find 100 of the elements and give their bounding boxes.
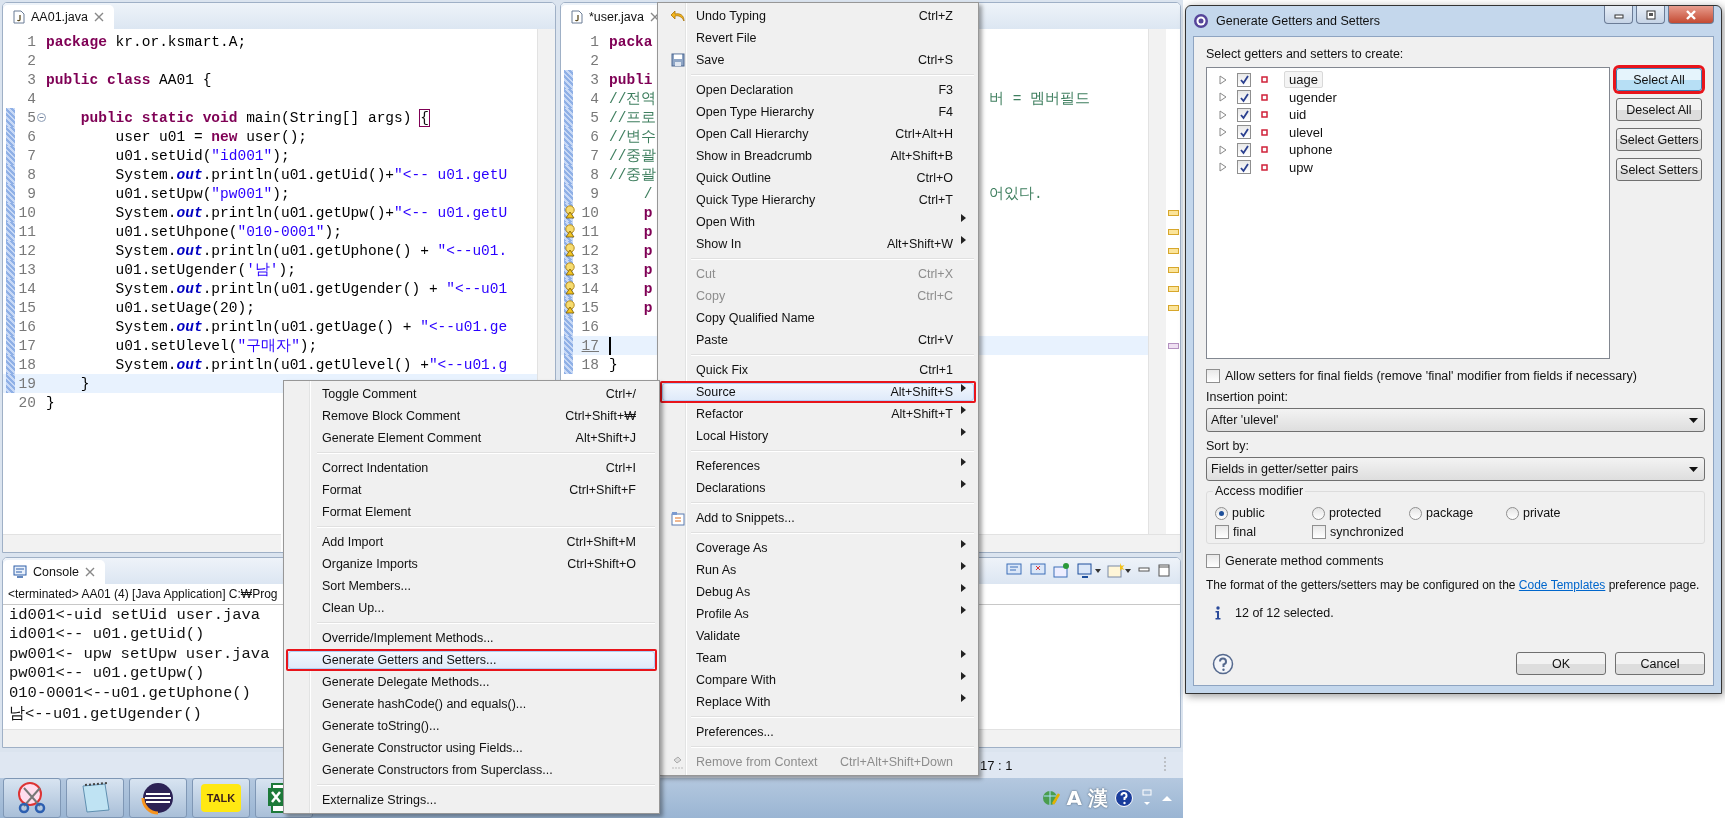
menu-item[interactable]: Save Ctrl+S — [662, 51, 974, 69]
menu-item[interactable]: Generate toString()... — [288, 717, 655, 735]
dialog-button[interactable]: Select Getters — [1616, 128, 1702, 151]
close-icon[interactable] — [84, 566, 95, 577]
menu-item[interactable]: Organize Imports Ctrl+Shift+O — [288, 555, 655, 573]
minimize-button[interactable] — [1604, 6, 1633, 24]
menu-item[interactable]: Open Type Hierarchy F4 — [662, 103, 974, 121]
dialog-button[interactable]: Select All — [1616, 68, 1702, 91]
dialog-button[interactable]: Cancel — [1615, 652, 1705, 675]
expand-icon[interactable] — [1219, 162, 1227, 173]
field-name[interactable]: ugender — [1284, 88, 1342, 106]
field-name[interactable]: uage — [1284, 71, 1323, 89]
radio-button[interactable] — [1215, 506, 1228, 520]
field-name[interactable]: ulevel — [1284, 123, 1328, 141]
warning-bulb-icon[interactable] — [564, 281, 577, 295]
menu-item[interactable]: Format Ctrl+Shift+F — [288, 481, 655, 499]
menu-item[interactable]: Sort Members... — [288, 577, 655, 595]
menu-item[interactable]: Externalize Strings... — [288, 791, 655, 809]
warning-marker[interactable] — [1167, 228, 1179, 235]
menu-item[interactable]: Paste Ctrl+V — [662, 331, 974, 349]
warning-marker[interactable] — [1167, 266, 1179, 273]
checkbox[interactable] — [1237, 125, 1251, 140]
menu-item[interactable]: Generate Constructors from Superclass... — [288, 761, 655, 779]
warning-marker[interactable] — [1167, 285, 1179, 292]
expand-icon[interactable] — [1219, 144, 1227, 155]
warning-bulb-icon[interactable] — [564, 300, 577, 314]
menu-item[interactable]: Quick Type Hierarchy Ctrl+T — [662, 191, 974, 209]
menu-item[interactable]: Correct Indentation Ctrl+I — [288, 459, 655, 477]
menu-item[interactable]: Copy Qualified Name — [662, 309, 974, 327]
radio-button[interactable] — [1506, 506, 1519, 520]
checkbox[interactable] — [1237, 72, 1251, 87]
vertical-scrollbar[interactable] — [1148, 29, 1166, 534]
menu-item[interactable]: Compare With — [662, 671, 974, 689]
expand-icon[interactable] — [1219, 74, 1227, 85]
checkbox[interactable] — [1237, 90, 1251, 105]
warning-marker[interactable] — [1167, 247, 1179, 254]
maximize-icon[interactable] — [1156, 561, 1172, 580]
code-templates-link[interactable]: Code Templates — [1518, 578, 1606, 592]
checkbox[interactable] — [1206, 369, 1220, 383]
sort-by-dropdown[interactable]: Fields in getter/setter pairs — [1206, 457, 1705, 481]
menu-item[interactable]: Run As — [662, 561, 974, 579]
warning-bulb-icon[interactable] — [564, 243, 577, 257]
menu-item[interactable]: Add to Snippets... — [662, 509, 974, 527]
warning-bulb-icon[interactable] — [564, 224, 577, 238]
field-name[interactable]: uphone — [1284, 141, 1338, 159]
dialog-button[interactable]: Select Setters — [1616, 158, 1702, 181]
menu-item[interactable]: Generate Constructor using Fields... — [288, 739, 655, 757]
close-icon[interactable] — [94, 12, 104, 22]
console-tab[interactable]: Console — [3, 559, 105, 584]
menu-item[interactable]: Generate Element Comment Alt+Shift+J — [288, 429, 655, 447]
menu-item[interactable]: Open With — [662, 213, 974, 231]
menu-item[interactable]: Add Import Ctrl+Shift+M — [288, 533, 655, 551]
menu-item[interactable]: Coverage As — [662, 539, 974, 557]
menu-item[interactable]: Validate — [662, 627, 974, 645]
menu-item[interactable]: Declarations — [662, 479, 974, 497]
taskbar-button[interactable]: TALK — [192, 778, 250, 818]
dialog-button[interactable]: Deselect All — [1616, 98, 1702, 121]
insertion-point-dropdown[interactable]: After 'ulevel' — [1206, 408, 1705, 432]
menu-item[interactable]: Format Element — [288, 503, 655, 521]
menu-item[interactable]: Profile As — [662, 605, 974, 623]
menu-item[interactable]: Replace With — [662, 693, 974, 711]
checkbox[interactable] — [1206, 554, 1220, 568]
restore-icon[interactable] — [1140, 788, 1154, 808]
checkbox[interactable] — [1237, 160, 1251, 175]
language-bar-icon[interactable] — [1040, 788, 1061, 808]
menu-item[interactable]: Override/Implement Methods... — [288, 629, 655, 647]
checkbox[interactable] — [1237, 142, 1251, 157]
help-icon[interactable] — [1212, 652, 1234, 675]
checkbox[interactable] — [1237, 107, 1251, 122]
menu-item[interactable]: References — [662, 457, 974, 475]
close-button[interactable] — [1668, 6, 1714, 24]
menu-item[interactable]: Local History — [662, 427, 974, 445]
menu-item[interactable]: Quick Fix Ctrl+1 — [662, 361, 974, 379]
menu-item[interactable]: Preferences... — [662, 723, 974, 741]
menu-item[interactable]: Clean Up... — [288, 599, 655, 617]
expand-icon[interactable] — [1219, 92, 1227, 103]
menu-item[interactable]: Debug As — [662, 583, 974, 601]
menu-item[interactable]: Toggle Comment Ctrl+/ — [288, 385, 655, 403]
menu-item[interactable]: Open Call Hierarchy Ctrl+Alt+H — [662, 125, 974, 143]
warning-bulb-icon[interactable] — [564, 262, 577, 276]
display-console-icon[interactable] — [1076, 561, 1102, 580]
menu-item[interactable]: Team — [662, 649, 974, 667]
menu-item[interactable]: Source Alt+Shift+S — [662, 383, 974, 401]
checkbox[interactable] — [1312, 525, 1326, 539]
pin-icon[interactable] — [1052, 561, 1072, 580]
menu-item[interactable]: Generate hashCode() and equals()... — [288, 695, 655, 713]
menu-item[interactable]: Open Declaration F3 — [662, 81, 974, 99]
radio-button[interactable] — [1312, 506, 1325, 520]
expand-icon[interactable] — [1219, 127, 1227, 138]
warning-bulb-icon[interactable] — [564, 205, 577, 219]
checkbox[interactable] — [1215, 525, 1229, 539]
new-console-icon[interactable] — [1106, 561, 1132, 580]
warning-marker[interactable] — [1167, 209, 1179, 216]
menu-item[interactable]: Show In Alt+Shift+W — [662, 235, 974, 253]
menu-item[interactable]: Quick Outline Ctrl+O — [662, 169, 974, 187]
fold-icon[interactable] — [36, 113, 46, 122]
maximize-button[interactable] — [1636, 6, 1665, 24]
menu-item[interactable]: Generate Delegate Methods... — [288, 673, 655, 691]
menu-item[interactable]: Remove Block Comment Ctrl+Shift+₩ — [288, 407, 655, 425]
menu-item[interactable]: Refactor Alt+Shift+T — [662, 405, 974, 423]
